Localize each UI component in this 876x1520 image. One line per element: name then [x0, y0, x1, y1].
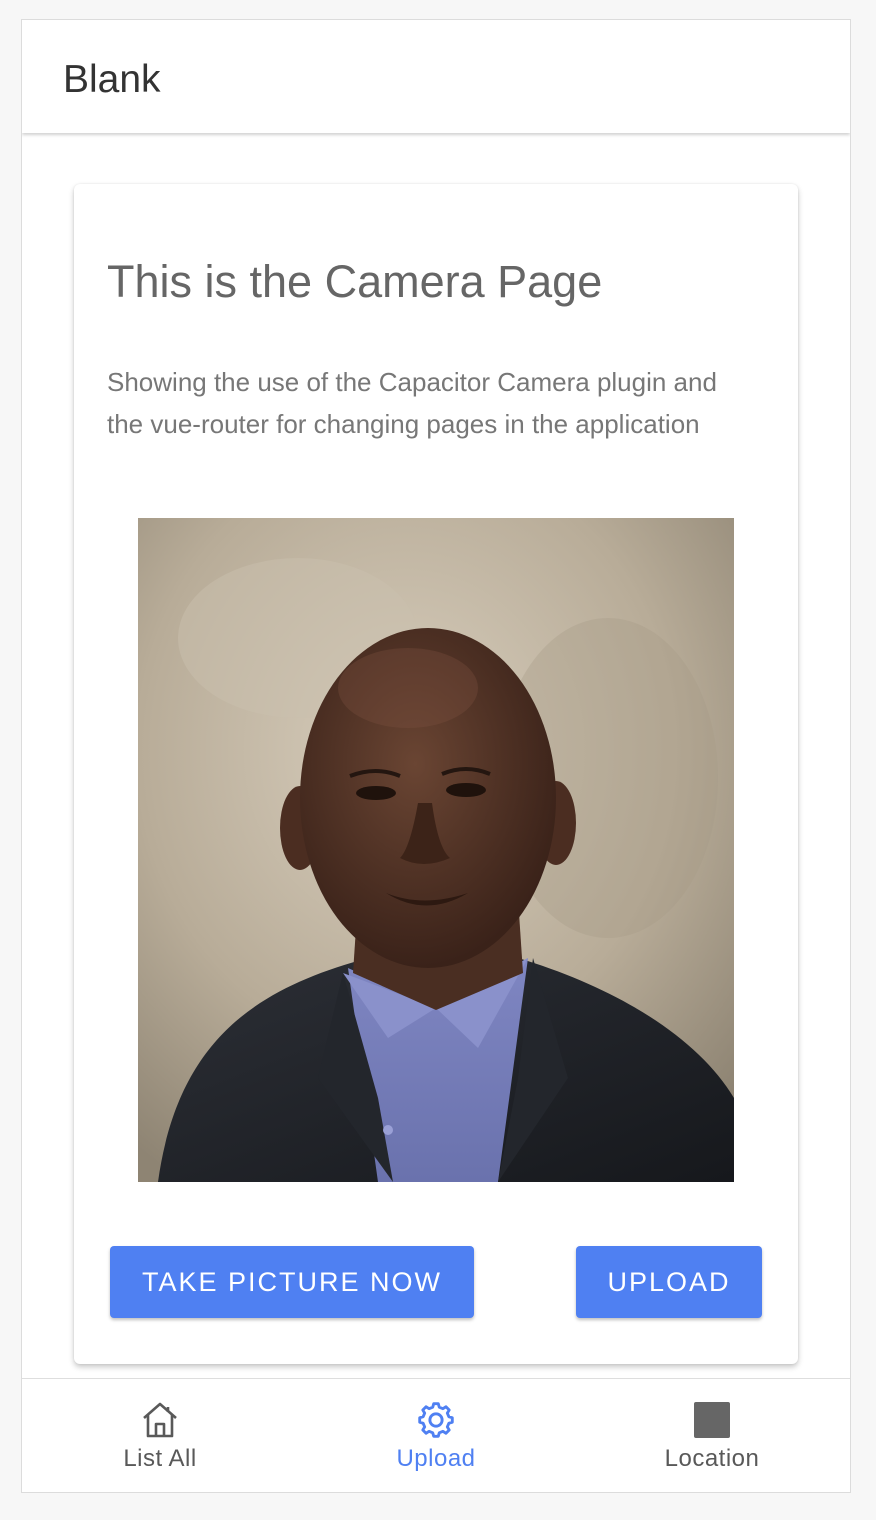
square-icon: [689, 1397, 735, 1443]
tab-label: Location: [664, 1445, 760, 1472]
tab-location[interactable]: Location: [574, 1379, 850, 1492]
tab-list-all[interactable]: List All: [22, 1379, 298, 1492]
upload-button[interactable]: UPLOAD: [576, 1246, 762, 1318]
app-window: Blank This is the Camera Page Showing th…: [21, 19, 851, 1493]
captured-photo: [138, 518, 734, 1182]
card-title: This is the Camera Page: [107, 256, 603, 307]
tab-label: List All: [123, 1445, 197, 1472]
header-toolbar: Blank: [22, 20, 850, 133]
main-content[interactable]: This is the Camera Page Showing the use …: [22, 133, 850, 1380]
camera-card: This is the Camera Page Showing the use …: [74, 184, 798, 1364]
tab-bar: List All Upload Location: [22, 1378, 850, 1492]
tab-label: Upload: [396, 1445, 476, 1472]
page-title: Blank: [63, 58, 161, 101]
card-description: Showing the use of the Capacitor Camera …: [107, 367, 717, 439]
take-picture-button[interactable]: TAKE PICTURE NOW: [110, 1246, 474, 1318]
gear-icon: [413, 1397, 459, 1443]
home-icon: [137, 1397, 183, 1443]
tab-upload[interactable]: Upload: [298, 1379, 574, 1492]
